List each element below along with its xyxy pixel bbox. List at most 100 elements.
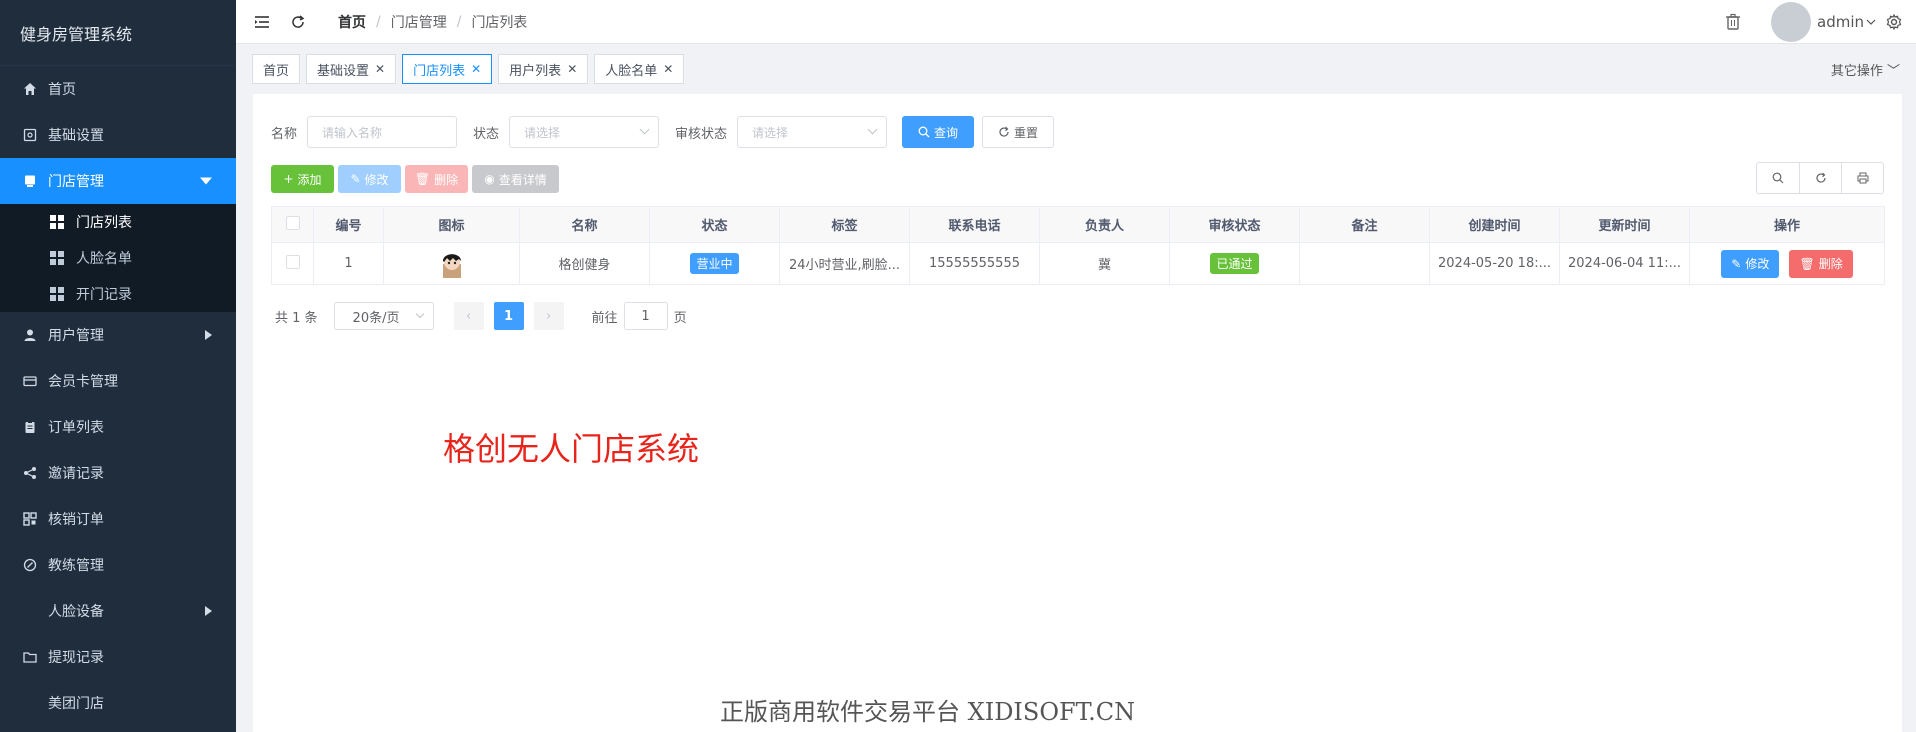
other-operations-label: 其它操作 bbox=[1830, 64, 1883, 79]
tags-view: 首页 基础设置 ✕ 门店列表 ✕ 用户列表 ✕ 人脸名单 ✕ 其它操作 ﹀ bbox=[236, 44, 1916, 94]
view-detail-button[interactable]: ◉ 查看详情 bbox=[472, 165, 559, 193]
reset-button[interactable]: 重置 bbox=[982, 116, 1055, 148]
tag-basic-settings[interactable]: 基础设置 ✕ bbox=[306, 54, 397, 84]
delete-button[interactable]: 🗑 删除 bbox=[405, 165, 468, 193]
sidebar-item-store-management[interactable]: 门店管理 bbox=[0, 158, 236, 204]
edit-button-label: 修改 bbox=[364, 172, 389, 187]
eye-icon: ◉ bbox=[484, 172, 495, 186]
sidebar-item-home[interactable]: 首页 bbox=[0, 66, 236, 112]
tag-user-list[interactable]: 用户列表 ✕ bbox=[498, 54, 589, 84]
sidebar-item-verify-orders[interactable]: 核销订单 bbox=[0, 496, 236, 542]
refresh-table-button[interactable] bbox=[1799, 163, 1841, 193]
status-badge: 营业中 bbox=[690, 253, 739, 274]
store-icon bbox=[22, 173, 38, 189]
printer-icon bbox=[1857, 172, 1868, 184]
sidebar-item-withdraw-records[interactable]: 提现记录 bbox=[0, 634, 236, 680]
close-icon[interactable]: ✕ bbox=[663, 62, 673, 76]
sidebar-item-basic-settings[interactable]: 基础设置 bbox=[0, 112, 236, 158]
close-icon[interactable]: ✕ bbox=[567, 62, 577, 76]
cell-status: 营业中 bbox=[649, 242, 780, 285]
tag-face-list[interactable]: 人脸名单 ✕ bbox=[594, 54, 685, 84]
name-input[interactable]: 请输入名称 bbox=[307, 116, 458, 148]
main-content: 名称 请输入名称 状态 请选择 审核状态 请选择 查询 重置 + 添加 ✎ 修改… bbox=[253, 94, 1902, 732]
column-header: 更新时间 bbox=[1559, 206, 1690, 243]
refresh-icon bbox=[999, 126, 1009, 137]
sidebar-item-user-management[interactable]: 用户管理 bbox=[0, 312, 236, 358]
sidebar-subitem-door-records[interactable]: 开门记录 bbox=[0, 276, 236, 312]
user-name[interactable]: admin bbox=[1817, 13, 1864, 31]
sidebar-item-order-list[interactable]: 订单列表 bbox=[0, 404, 236, 450]
toggle-search-button[interactable] bbox=[1757, 163, 1799, 193]
cell-updated: 2024-06-04 11:... bbox=[1559, 242, 1690, 285]
search-button[interactable]: 查询 bbox=[902, 116, 975, 148]
reset-button-label: 重置 bbox=[1014, 125, 1039, 140]
page-size-select[interactable]: 20条/页 bbox=[333, 302, 434, 330]
search-button-label: 查询 bbox=[934, 125, 959, 140]
sidebar-subitem-label: 人脸名单 bbox=[76, 251, 132, 267]
grid-icon bbox=[50, 251, 64, 265]
select-all-checkbox[interactable] bbox=[285, 215, 300, 230]
sidebar-item-label: 邀请记录 bbox=[48, 466, 104, 482]
cell-audit: 已通过 bbox=[1169, 242, 1300, 285]
sidebar-item-coach-management[interactable]: 教练管理 bbox=[0, 542, 236, 588]
store-logo-image bbox=[442, 253, 461, 278]
gear-icon[interactable] bbox=[1886, 14, 1902, 30]
chevron-down-icon: ﹀ bbox=[1886, 64, 1900, 79]
sidebar-item-label: 用户管理 bbox=[48, 328, 104, 344]
row-checkbox[interactable] bbox=[285, 254, 300, 269]
audit-status-select[interactable]: 请选择 bbox=[737, 116, 888, 148]
menu-toggle-icon[interactable] bbox=[252, 12, 272, 32]
prev-page-button[interactable]: ‹ bbox=[453, 302, 484, 330]
caret-right-icon bbox=[205, 606, 212, 616]
add-button[interactable]: + 添加 bbox=[271, 165, 334, 193]
app-title: 健身房管理系统 bbox=[0, 0, 236, 66]
tag-label: 基础设置 bbox=[317, 63, 370, 79]
row-delete-button[interactable]: 🗑 删除 bbox=[1789, 249, 1853, 278]
edit-button[interactable]: ✎ 修改 bbox=[338, 165, 401, 193]
grid-icon bbox=[22, 695, 38, 711]
sidebar-item-label: 人脸设备 bbox=[48, 604, 104, 620]
status-label: 状态 bbox=[473, 126, 500, 142]
tag-home[interactable]: 首页 bbox=[252, 54, 301, 84]
column-header: 创建时间 bbox=[1429, 206, 1560, 243]
share-icon bbox=[22, 465, 38, 481]
chevron-down-icon[interactable] bbox=[1866, 18, 1876, 26]
page-number-button[interactable]: 1 bbox=[493, 302, 524, 330]
table-header-row: 编号 图标 名称 状态 标签 联系电话 负责人 审核状态 备注 创建时间 更新时… bbox=[271, 206, 1885, 243]
sidebar-item-invite-records[interactable]: 邀请记录 bbox=[0, 450, 236, 496]
other-operations-dropdown[interactable]: 其它操作 ﹀ bbox=[1831, 60, 1900, 79]
delete-button-label: 删除 bbox=[434, 172, 459, 187]
sidebar-item-face-device[interactable]: 人脸设备 bbox=[0, 588, 236, 634]
tag-label: 用户列表 bbox=[509, 63, 562, 79]
sidebar-subitem-face-list[interactable]: 人脸名单 bbox=[0, 240, 236, 276]
table-row[interactable]: 1 格创健身 营业中 24小时营业,刷脸... 15555555555 冀 已通… bbox=[271, 242, 1885, 285]
breadcrumb-item: 门店列表 bbox=[471, 14, 528, 31]
close-icon[interactable]: ✕ bbox=[375, 62, 385, 76]
breadcrumb-separator: / bbox=[376, 13, 381, 30]
status-select[interactable]: 请选择 bbox=[509, 116, 660, 148]
table-toolbar: + 添加 ✎ 修改 🗑 删除 ◉ 查看详情 bbox=[271, 165, 563, 193]
sidebar-item-membership-card[interactable]: 会员卡管理 bbox=[0, 358, 236, 404]
view-detail-button-label: 查看详情 bbox=[498, 172, 547, 187]
breadcrumb-item[interactable]: 门店管理 bbox=[391, 12, 447, 32]
row-edit-button[interactable]: ✎ 修改 bbox=[1721, 249, 1780, 278]
print-button[interactable] bbox=[1841, 163, 1883, 193]
goto-page-input[interactable]: 1 bbox=[623, 302, 668, 330]
row-delete-label: 删除 bbox=[1818, 257, 1843, 271]
trash-icon[interactable] bbox=[1725, 13, 1741, 31]
audit-badge: 已通过 bbox=[1210, 253, 1259, 274]
chevron-right-icon: › bbox=[545, 308, 552, 324]
column-header: 标签 bbox=[779, 206, 910, 243]
sidebar-item-meituan-store[interactable]: 美团门店 bbox=[0, 680, 236, 726]
select-all-cell bbox=[271, 206, 314, 243]
close-icon[interactable]: ✕ bbox=[471, 62, 481, 76]
sidebar-item-label: 订单列表 bbox=[48, 420, 104, 436]
grid-icon bbox=[50, 287, 64, 301]
next-page-button[interactable]: › bbox=[533, 302, 564, 330]
store-table: 编号 图标 名称 状态 标签 联系电话 负责人 审核状态 备注 创建时间 更新时… bbox=[271, 206, 1885, 285]
refresh-icon[interactable] bbox=[288, 12, 308, 32]
tag-store-list[interactable]: 门店列表 ✕ bbox=[402, 54, 493, 84]
avatar[interactable] bbox=[1771, 2, 1811, 42]
breadcrumb-item[interactable]: 首页 bbox=[338, 12, 366, 32]
sidebar-subitem-store-list[interactable]: 门店列表 bbox=[0, 204, 236, 240]
